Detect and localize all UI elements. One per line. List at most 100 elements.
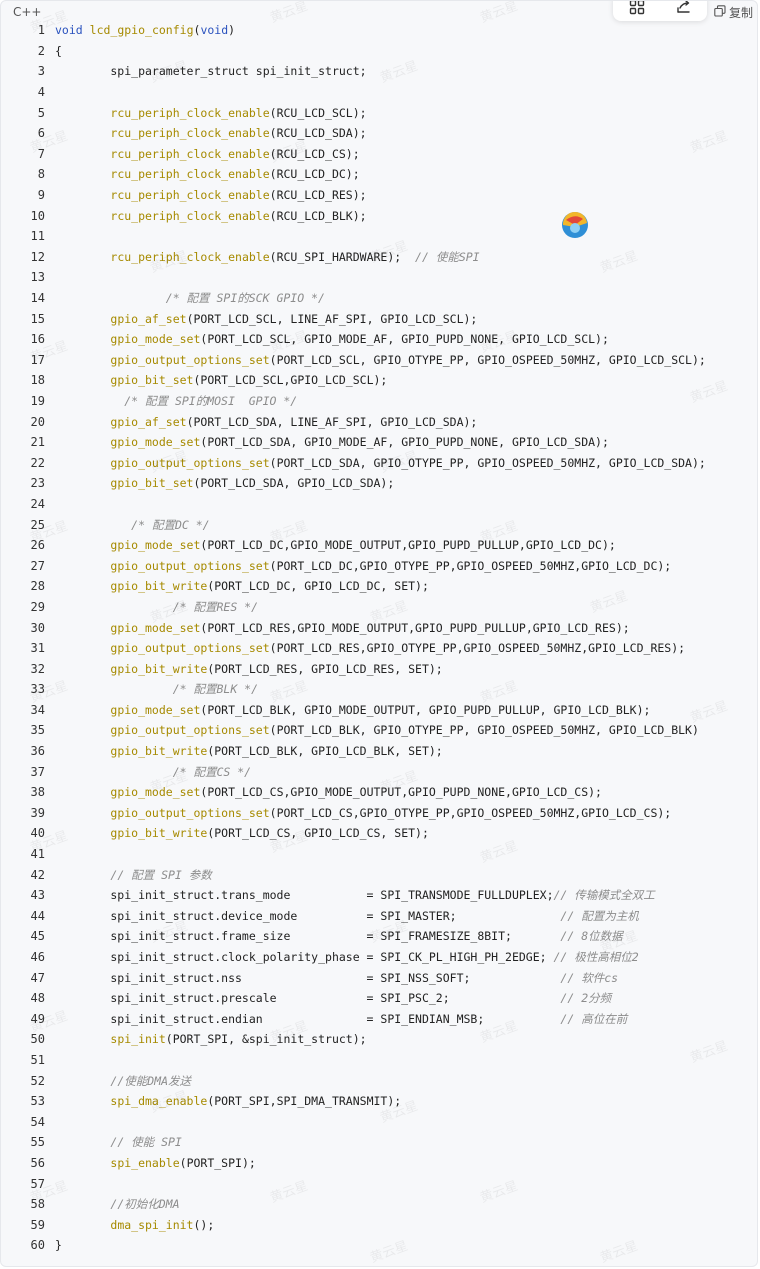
line-content: gpio_output_options_set(PORT_LCD_RES,GPI… (55, 641, 685, 655)
line-number: 39 (30, 805, 45, 820)
code-token: //使能DMA发送 (110, 1073, 192, 1088)
code-token: /* 配置 SPI的SCK GPIO */ (165, 291, 325, 306)
code-token: (PORT_LCD_RES,GPIO_MODE_OUTPUT,GPIO_PUPD… (200, 620, 630, 635)
code-token: (PORT_LCD_BLK, GPIO_MODE_OUTPUT, GPIO_PU… (200, 702, 651, 717)
code-line: 8 rcu_periph_clock_enable(RCU_LCD_DC); (1, 164, 757, 185)
line-number: 38 (30, 785, 45, 800)
code-token: (PORT_LCD_SCL, LINE_AF_SPI, GPIO_LCD_SCL… (186, 311, 478, 326)
line-content: gpio_bit_set(PORT_LCD_SDA, GPIO_LCD_SDA)… (55, 476, 394, 490)
line-number: 49 (30, 1011, 45, 1026)
code-token: gpio_output_options_set (110, 641, 270, 656)
line-content: gpio_bit_write(PORT_LCD_CS, GPIO_LCD_CS,… (55, 826, 429, 840)
code-line: 52 //使能DMA发送 (1, 1070, 757, 1091)
code-token: /* 配置DC */ (131, 517, 210, 532)
line-number: 6 (37, 126, 45, 141)
line-content: spi_init_struct.frame_size = SPI_FRAMESI… (55, 928, 622, 944)
share-icon[interactable] (673, 1, 695, 18)
code-token: (RCU_LCD_CS); (269, 146, 360, 161)
line-content: gpio_output_options_set(PORT_LCD_SDA, GP… (55, 455, 705, 470)
line-number: 15 (30, 311, 45, 326)
line-content: gpio_bit_set(PORT_LCD_SCL,GPIO_LCD_SCL); (55, 373, 387, 387)
code-token: gpio_output_options_set (110, 805, 270, 820)
code-line: 24 (1, 494, 757, 515)
code-line: 12 rcu_periph_clock_enable(RCU_SPI_HARDW… (1, 247, 757, 268)
line-content: void lcd_gpio_config(void) (55, 23, 235, 37)
code-token: gpio_af_set (110, 311, 187, 326)
copy-icon (714, 5, 726, 20)
line-content: /* 配置 SPI的MOSI GPIO */ (55, 393, 297, 409)
code-token: // 2分频 (560, 991, 612, 1006)
line-number: 5 (37, 105, 45, 120)
line-content: spi_dma_enable(PORT_SPI,SPI_DMA_TRANSMIT… (55, 1094, 401, 1108)
copy-button[interactable]: 复制 (714, 4, 753, 21)
line-content: gpio_af_set(PORT_LCD_SCL, LINE_AF_SPI, G… (55, 312, 477, 326)
code-line: 25 /* 配置DC */ (1, 514, 757, 535)
line-number: 31 (30, 641, 45, 656)
code-line: 3 spi_parameter_struct spi_init_struct; (1, 61, 757, 82)
code-token: spi_dma_enable (110, 1094, 208, 1109)
line-number: 42 (30, 867, 45, 882)
line-content: /* 配置 SPI的SCK GPIO */ (55, 290, 325, 306)
line-content: rcu_periph_clock_enable(RCU_LCD_BLK); (55, 209, 366, 223)
code-token: { (55, 43, 62, 58)
code-line: 48 spi_init_struct.prescale = SPI_PSC_2;… (1, 988, 757, 1009)
line-content: rcu_periph_clock_enable(RCU_LCD_DC); (55, 167, 360, 182)
code-line: 56 spi_enable(PORT_SPI); (1, 1153, 757, 1174)
code-token: (RCU_LCD_SCL); (269, 105, 367, 120)
code-token: gpio_output_options_set (110, 352, 270, 367)
line-number: 60 (30, 1238, 45, 1253)
code-token: (PORT_LCD_BLK, GPIO_LCD_BLK, SET); (207, 744, 443, 759)
code-line: 5 rcu_periph_clock_enable(RCU_LCD_SCL); (1, 102, 757, 123)
code-token: /* 配置CS */ (172, 764, 252, 779)
line-content: gpio_bit_write(PORT_LCD_DC, GPIO_LCD_DC,… (55, 579, 429, 593)
line-number: 33 (30, 682, 45, 697)
code-line: 53 spi_dma_enable(PORT_SPI,SPI_DMA_TRANS… (1, 1091, 757, 1112)
code-token: (PORT_LCD_DC,GPIO_OTYPE_PP,GPIO_OSPEED_5… (269, 558, 672, 573)
line-number: 9 (37, 188, 45, 203)
code-area[interactable]: 1 void lcd_gpio_config(void) 2{3 spi_param… (1, 20, 757, 1256)
code-line: 54 (1, 1111, 757, 1132)
code-line: 37 /* 配置CS */ (1, 761, 757, 782)
line-number: 24 (30, 496, 45, 511)
code-token: (RCU_LCD_DC); (269, 167, 360, 182)
line-number: 45 (30, 929, 45, 944)
line-content: gpio_mode_set(PORT_LCD_RES,GPIO_MODE_OUT… (55, 620, 630, 635)
code-token: //初始化DMA (110, 1197, 180, 1212)
code-token: // 高位在前 (560, 1011, 628, 1026)
line-content: gpio_output_options_set(PORT_LCD_CS,GPIO… (55, 806, 671, 820)
code-line: 31 gpio_output_options_set(PORT_LCD_RES,… (1, 638, 757, 659)
line-content: rcu_periph_clock_enable(RCU_SPI_HARDWARE… (55, 249, 479, 265)
line-number: 12 (30, 249, 45, 264)
avatar[interactable] (561, 211, 589, 239)
code-line: 2{ (1, 41, 757, 62)
code-token: void (55, 23, 83, 38)
grid-icon[interactable] (626, 1, 648, 18)
line-number: 26 (30, 538, 45, 553)
line-number: 28 (30, 579, 45, 594)
line-content: gpio_bit_write(PORT_LCD_BLK, GPIO_LCD_BL… (55, 744, 443, 759)
line-number: 17 (30, 352, 45, 367)
line-number: 22 (30, 455, 45, 470)
line-number: 55 (30, 1135, 45, 1150)
code-token: gpio_output_options_set (110, 455, 270, 470)
code-line: 43 spi_init_struct.trans_mode = SPI_TRAN… (1, 885, 757, 906)
code-token: spi_init (110, 1032, 166, 1047)
code-token: gpio_mode_set (110, 435, 201, 450)
code-token: (PORT_LCD_RES,GPIO_OTYPE_PP,GPIO_OSPEED_… (269, 641, 686, 656)
line-number: 29 (30, 599, 45, 614)
code-line: 18 gpio_bit_set(PORT_LCD_SCL,GPIO_LCD_SC… (1, 370, 757, 391)
code-line: 13 (1, 267, 757, 288)
code-line: 14 /* 配置 SPI的SCK GPIO */ (1, 288, 757, 309)
code-line: 19 /* 配置 SPI的MOSI GPIO */ (1, 391, 757, 412)
